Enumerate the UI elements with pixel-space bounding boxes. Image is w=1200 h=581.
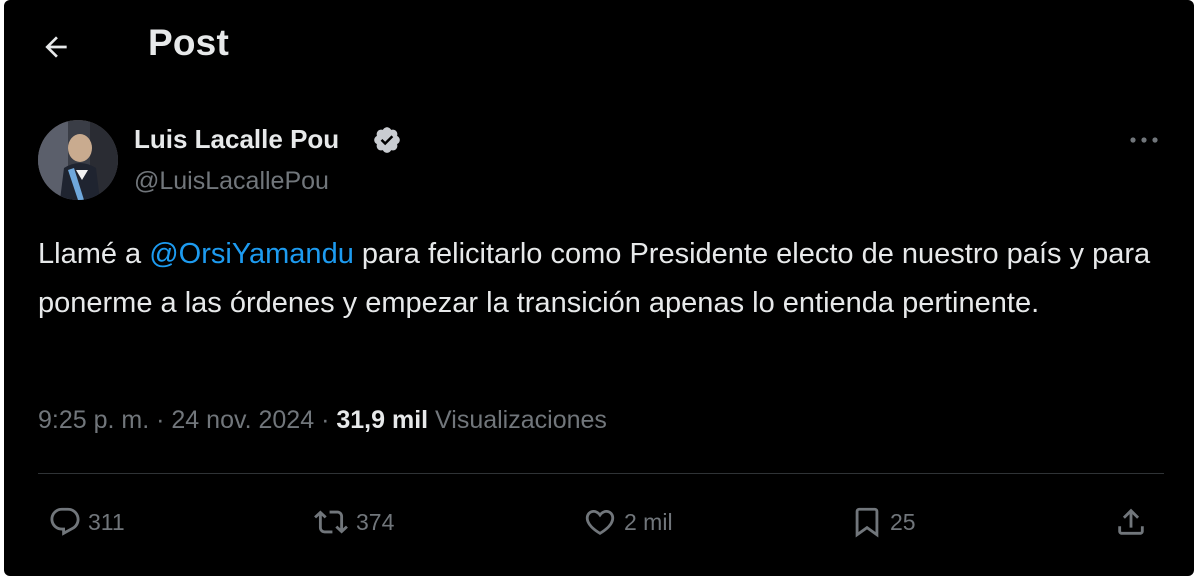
- post-time[interactable]: 9:25 p. m.: [38, 406, 149, 434]
- share-icon: [1118, 508, 1144, 535]
- share-button[interactable]: [1114, 500, 1148, 544]
- repost-icon: [314, 510, 348, 534]
- reply-count: 311: [88, 508, 125, 535]
- author-name[interactable]: Luis Lacalle Pou: [134, 124, 339, 155]
- post-text-before: Llamé a: [38, 238, 150, 270]
- page-title: Post: [148, 22, 229, 63]
- heart-icon: [585, 509, 615, 535]
- like-count: 2 mil: [624, 508, 673, 535]
- views-count[interactable]: 31,9 mil: [336, 406, 428, 434]
- meta-separator: ·: [156, 406, 165, 434]
- more-horizontal-icon: [1130, 137, 1158, 143]
- mention-link[interactable]: @OrsiYamandu: [149, 238, 354, 270]
- post-metadata: 9:25 p. m. · 24 nov. 2024 · 31,9 mil Vis…: [38, 406, 607, 435]
- post-header: Post: [4, 0, 1194, 90]
- avatar-photo: [38, 120, 118, 200]
- bookmark-button[interactable]: 25: [850, 500, 916, 544]
- post-text: Llamé a @OrsiYamandu para felicitarlo co…: [38, 230, 1158, 328]
- repost-button[interactable]: 374: [312, 500, 394, 544]
- like-button[interactable]: 2 mil: [582, 500, 673, 544]
- author-handle[interactable]: @LuisLacallePou: [134, 167, 329, 196]
- verified-badge-icon: [374, 127, 400, 153]
- reply-icon: [50, 507, 80, 536]
- divider: [38, 473, 1164, 474]
- meta-separator: ·: [321, 406, 330, 434]
- post-detail-panel: Post Luis Lacalle Pou @LuisLacallePou Ll…: [4, 0, 1194, 576]
- more-options-button[interactable]: [1124, 125, 1164, 155]
- arrow-left-icon: [45, 36, 67, 58]
- bookmark-count: 25: [890, 508, 916, 535]
- bookmark-icon: [855, 507, 879, 538]
- reply-button[interactable]: 311: [48, 500, 125, 544]
- repost-count: 374: [356, 508, 395, 535]
- views-label[interactable]: Visualizaciones: [435, 406, 607, 434]
- avatar[interactable]: [38, 120, 118, 200]
- back-button[interactable]: [36, 27, 76, 67]
- post-date[interactable]: 24 nov. 2024: [171, 406, 314, 434]
